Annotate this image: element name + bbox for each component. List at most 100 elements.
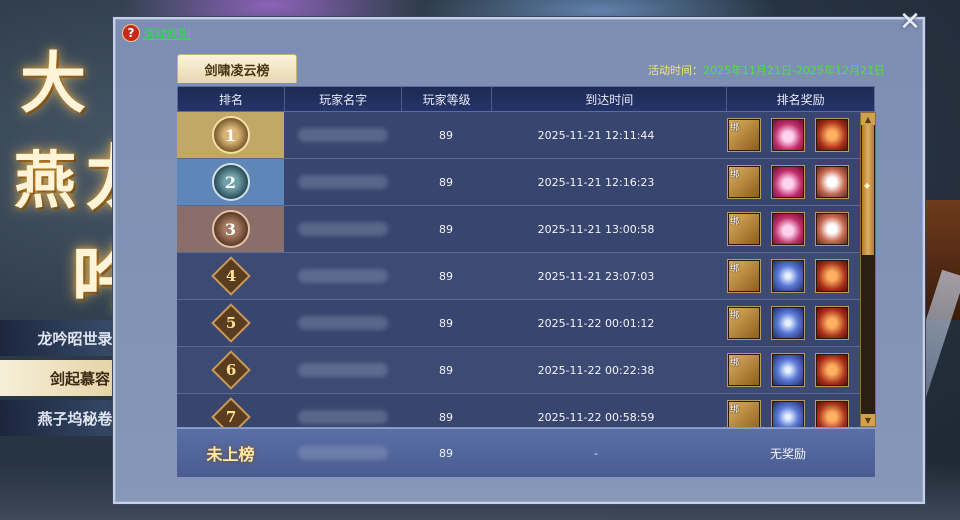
header-name: 玩家名字 — [285, 87, 403, 111]
player-level: 89 — [439, 222, 453, 236]
rank-medal-icon: 1 — [211, 116, 250, 154]
player-name-blurred — [297, 363, 388, 377]
reward-cell — [701, 159, 875, 205]
scrollbar[interactable]: ▲ ▼ — [860, 112, 876, 427]
book-icon[interactable] — [727, 400, 761, 427]
scroll-down-icon[interactable]: ▼ — [861, 414, 875, 426]
rank-cell: 5 — [177, 300, 284, 346]
player-name-blurred — [297, 316, 388, 330]
reach-time: 2025-11-22 00:58:59 — [537, 410, 655, 424]
close-icon: ✕ — [899, 7, 921, 37]
reward-cell — [701, 112, 875, 158]
header-time: 到达时间 — [492, 87, 728, 111]
rank-number: 6 — [225, 361, 236, 379]
scroll-up-icon[interactable]: ▲ — [861, 113, 875, 125]
player-level: 89 — [439, 128, 453, 142]
help-icon: ? — [122, 24, 140, 42]
rank-cell: 2 — [177, 159, 284, 205]
rank-cell: 4 — [177, 253, 284, 299]
nav-label: 燕子坞秘卷 — [37, 409, 113, 428]
my-rank: 未上榜 — [206, 445, 255, 464]
rules-link[interactable]: ? 活动规则 — [122, 24, 191, 42]
blue-crystal-icon[interactable] — [771, 259, 805, 293]
rank-cell: 1 — [177, 112, 284, 158]
book-icon[interactable] — [727, 353, 761, 387]
nav-label: 剑起慕容 — [49, 369, 110, 388]
table-row: 7 89 2025-11-22 00:58:59 — [177, 394, 875, 427]
book-icon[interactable] — [727, 118, 761, 152]
crest-icon[interactable] — [815, 259, 849, 293]
header-reward: 排名奖励 — [776, 92, 825, 107]
reward-cell — [701, 206, 875, 252]
reward-cell — [701, 300, 875, 346]
player-name-blurred — [297, 128, 388, 142]
table-row: 1 89 2025-11-21 12:11:44 — [177, 112, 875, 159]
my-level: 89 — [439, 446, 453, 460]
player-level: 89 — [439, 363, 453, 377]
rank-medal-icon: 3 — [211, 210, 250, 248]
crest-icon[interactable] — [815, 306, 849, 340]
crest-icon[interactable] — [815, 400, 849, 427]
rank-number: 7 — [225, 408, 236, 426]
table-row: 3 89 2025-11-21 13:00:58 — [177, 206, 875, 253]
reach-time: 2025-11-21 13:00:58 — [537, 222, 655, 236]
scroll-thumb[interactable] — [862, 125, 874, 255]
my-rank-row: 未上榜 89 - 无奖励 — [177, 428, 875, 477]
logo-char: 大 — [20, 44, 86, 122]
reward-cell — [701, 394, 875, 427]
player-level: 89 — [439, 175, 453, 189]
player-name-blurred — [297, 222, 388, 236]
rank-badge-icon: 7 — [210, 397, 251, 427]
player-level: 89 — [439, 410, 453, 424]
rank-cell: 7 — [177, 394, 284, 427]
my-time: - — [594, 446, 598, 460]
crest-icon[interactable] — [815, 118, 849, 152]
player-name-blurred — [297, 410, 388, 424]
book-icon[interactable] — [727, 306, 761, 340]
reach-time: 2025-11-21 23:07:03 — [537, 269, 655, 283]
tab-ranking[interactable]: 剑啸凌云榜 — [177, 54, 297, 83]
close-button[interactable]: ✕ — [893, 5, 927, 39]
book-icon[interactable] — [727, 259, 761, 293]
table-row: 5 89 2025-11-22 00:01:12 — [177, 300, 875, 347]
crest-icon[interactable] — [815, 353, 849, 387]
table-row: 2 89 2025-11-21 12:16:23 — [177, 159, 875, 206]
pink-gem-icon[interactable] — [771, 118, 805, 152]
pink-gem-icon[interactable] — [771, 212, 805, 246]
logo-char: 燕 — [14, 144, 77, 217]
white-pet-icon[interactable] — [815, 165, 849, 199]
pink-gem-icon[interactable] — [771, 165, 805, 199]
tab-label: 剑啸凌云榜 — [204, 63, 270, 79]
player-name-blurred — [297, 269, 388, 283]
rules-label: 活动规则 — [143, 26, 192, 41]
reach-time: 2025-11-21 12:16:23 — [537, 175, 655, 189]
book-icon[interactable] — [727, 165, 761, 199]
activity-time-value: 2025年11月21日-2025年12月21日 — [703, 64, 885, 77]
player-name-blurred — [297, 446, 388, 460]
table-row: 4 89 2025-11-21 23:07:03 — [177, 253, 875, 300]
rank-cell: 6 — [177, 347, 284, 393]
activity-time: 活动时间：2025年11月21日-2025年12月21日 — [648, 62, 885, 78]
player-level: 89 — [439, 316, 453, 330]
reach-time: 2025-11-22 00:01:12 — [537, 316, 655, 330]
nav-label: 龙吟昭世录 — [37, 329, 113, 348]
my-reward: 无奖励 — [769, 446, 806, 461]
blue-crystal-icon[interactable] — [771, 353, 805, 387]
table-header: 排名 玩家名字 玩家等级 到达时间 排名奖励 — [177, 86, 875, 112]
player-name-blurred — [297, 175, 388, 189]
rank-medal-icon: 2 — [211, 163, 250, 201]
rank-badge-icon: 5 — [210, 303, 251, 343]
reach-time: 2025-11-22 00:22:38 — [537, 363, 655, 377]
table-row: 6 89 2025-11-22 00:22:38 — [177, 347, 875, 394]
white-pet-icon[interactable] — [815, 212, 849, 246]
activity-time-label: 活动时间： — [648, 64, 704, 77]
blue-crystal-icon[interactable] — [771, 306, 805, 340]
rank-cell: 3 — [177, 206, 284, 252]
blue-crystal-icon[interactable] — [771, 400, 805, 427]
book-icon[interactable] — [727, 212, 761, 246]
rank-badge-icon: 6 — [210, 350, 251, 390]
player-level: 89 — [439, 269, 453, 283]
reward-cell — [701, 347, 875, 393]
rank-badge-icon: 4 — [210, 256, 251, 296]
rank-number: 4 — [225, 267, 236, 285]
